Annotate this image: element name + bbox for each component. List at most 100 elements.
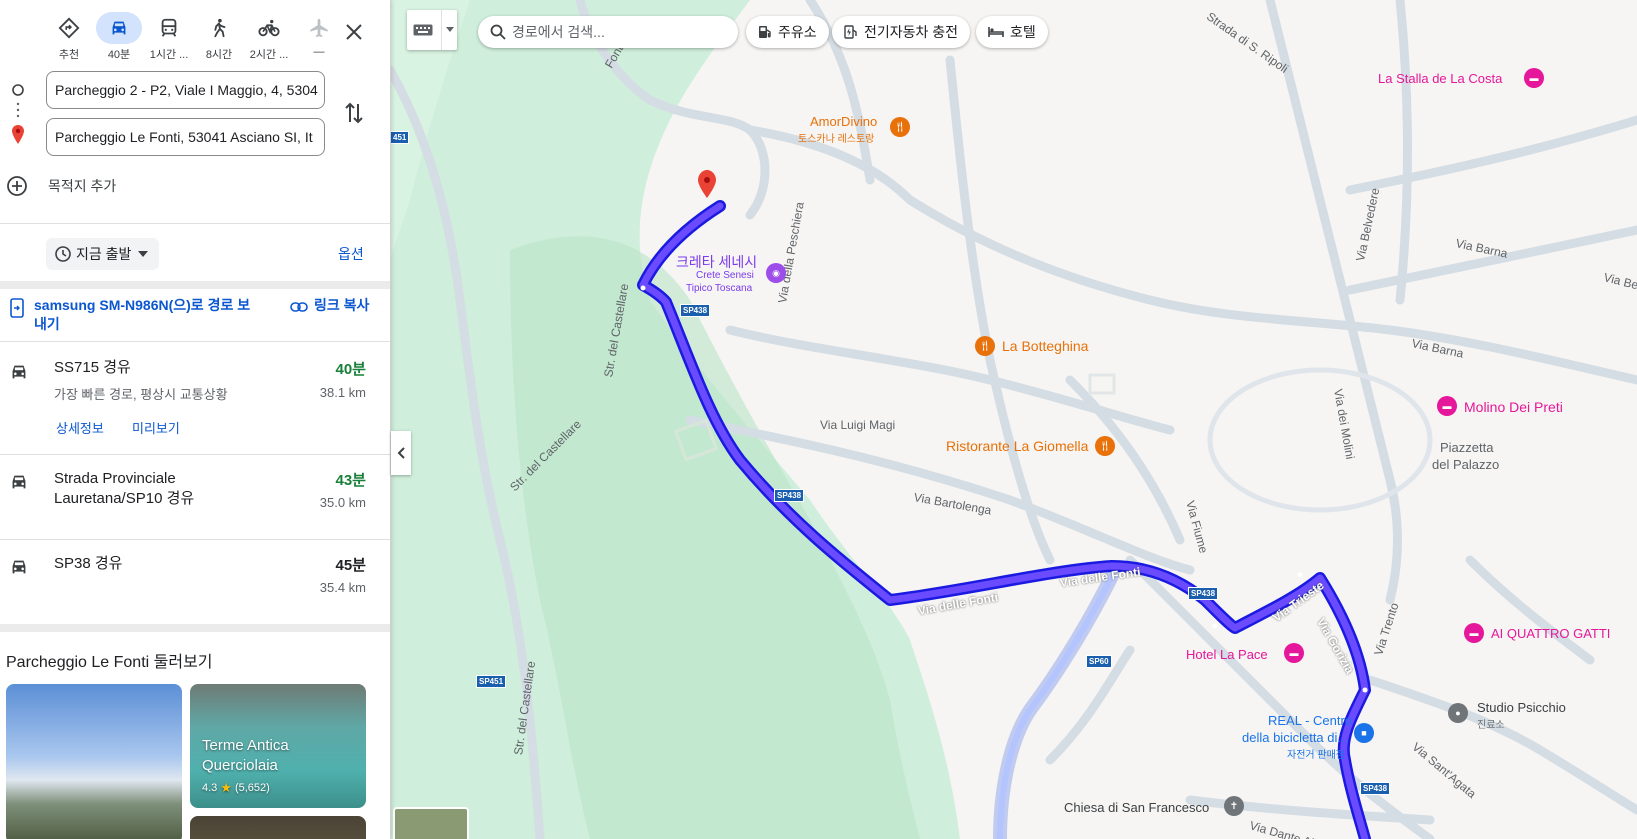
route-name: Strada Provinciale Lauretana/SP10 경유 (54, 470, 195, 507)
mode-driving[interactable]: 40분 (94, 12, 144, 62)
mode-walking[interactable]: 8시간 (194, 12, 244, 62)
road-shield: SP438 (1188, 587, 1219, 600)
restaurant-pin-icon[interactable]: 🍴︎ (975, 336, 995, 356)
chevron-left-icon (397, 447, 405, 459)
poi-sublabel: 진료소 (1477, 720, 1505, 731)
close-icon (346, 24, 362, 40)
road-shield: SP60 (1086, 655, 1112, 668)
route-option[interactable]: SP38 경유 45분 35.4 km (0, 540, 390, 624)
poi-label[interactable]: La Botteghina (1002, 338, 1088, 354)
mode-recommended[interactable]: 추천 (44, 12, 94, 62)
copy-link-button[interactable]: 링크 복사 (290, 296, 374, 315)
options-link[interactable]: 옵션 (338, 244, 364, 264)
copy-link-label: 링크 복사 (314, 297, 370, 313)
route-distance: 38.1 km (319, 385, 366, 400)
poi-label[interactable]: AmorDivino (810, 114, 877, 129)
add-circle-icon (7, 176, 27, 196)
poi-label[interactable]: Hotel La Pace (1186, 647, 1268, 662)
mode-label: — (313, 46, 325, 58)
walk-icon (196, 12, 242, 44)
poi-label[interactable]: 크레타 세네시 (676, 252, 757, 272)
route-preview-link[interactable]: 미리보기 (132, 418, 180, 437)
poi-label[interactable]: Molino Dei Preti (1464, 399, 1563, 415)
swap-icon (345, 102, 363, 124)
hotel-pin-icon[interactable]: ▬ (1524, 68, 1544, 88)
poi-label[interactable]: REAL - Centro (1268, 713, 1352, 728)
route-time: 40분 (335, 361, 367, 378)
explore-card-photo[interactable] (6, 684, 182, 839)
street-label: Via Luigi Magi (820, 418, 896, 432)
mode-flight[interactable]: — (294, 12, 344, 62)
collapse-panel-button[interactable] (391, 431, 411, 475)
destination-pin-icon (12, 125, 24, 144)
road-shield: SP438 (774, 489, 805, 502)
caret-down-icon (446, 27, 454, 32)
poi-sublabel: Tipico Toscana (686, 283, 753, 294)
divider (0, 223, 390, 224)
chip-hotels[interactable]: 호텔 (976, 16, 1048, 48)
chip-gas-station[interactable]: 주유소 (746, 16, 829, 48)
origin-circle-icon (12, 84, 24, 96)
depart-label: 지금 출발 (76, 246, 132, 262)
restaurant-pin-icon[interactable]: 🍴︎ (1095, 436, 1115, 456)
route-option[interactable]: Strada Provinciale Lauretana/SP10 경유 43분… (0, 455, 390, 539)
destination-input[interactable]: Parcheggio Le Fonti, 53041 Asciano SI, I… (46, 118, 325, 156)
road-shield: SP438 (1360, 782, 1391, 795)
link-icon (290, 302, 308, 312)
route-description: 가장 빠른 경로, 평상시 교통상황 (54, 387, 228, 402)
route-details-link[interactable]: 상세정보 (56, 418, 104, 437)
chip-label: 호텔 (1010, 24, 1036, 40)
mode-label: 1시간 ... (149, 49, 189, 61)
add-destination-label: 목적지 추가 (48, 178, 117, 194)
mode-label: 추천 (58, 49, 80, 61)
poi-label[interactable]: La Stalla de La Costa (1378, 71, 1502, 86)
directions-icon (46, 12, 92, 44)
bed-icon (988, 27, 1004, 37)
caret-down-icon (138, 251, 149, 257)
swap-button[interactable] (343, 100, 367, 128)
poi-label[interactable]: Ristorante La Giomella (946, 438, 1088, 454)
poi-label[interactable]: Studio Psicchio (1477, 700, 1566, 715)
route-search-input[interactable]: 경로에서 검색... (478, 16, 738, 48)
poi-label[interactable]: Chiesa di San Francesco (1064, 800, 1209, 815)
camera-pin-icon[interactable]: ◉ (766, 263, 786, 283)
add-destination-button[interactable]: 목적지 추가 (6, 175, 116, 197)
poi-label[interactable]: della bicicletta di... (1242, 730, 1348, 745)
route-distance: 35.0 km (319, 495, 366, 510)
route-name: SP38 경유 (54, 555, 123, 572)
mode-label: 40분 (107, 49, 131, 61)
depart-time-dropdown[interactable]: 지금 출발 (46, 238, 160, 270)
hotel-pin-icon[interactable]: ▬ (1464, 623, 1484, 643)
star-icon: ★ (220, 780, 232, 795)
input-tools-button[interactable] (407, 10, 457, 50)
route-name: SS715 경유 (54, 359, 131, 376)
car-icon (12, 475, 26, 489)
shop-pin-icon[interactable]: ■ (1354, 723, 1374, 743)
chip-ev-charging[interactable]: 전기자동차 충전 (832, 16, 971, 48)
poi-sublabel: 토스카나 레스토랑 (798, 134, 875, 145)
chip-label: 주유소 (778, 24, 817, 40)
poi-label: Piazzetta (1440, 440, 1494, 455)
close-directions-button[interactable] (338, 16, 370, 48)
restaurant-pin-icon[interactable]: 🍴︎ (890, 117, 910, 137)
origin-input[interactable]: Parcheggio 2 - P2, Viale I Maggio, 4, 53… (46, 71, 325, 109)
car-icon (12, 560, 26, 574)
explore-card-terme[interactable]: Terme Antica Querciolaia 4.3 ★ (5,652) (190, 684, 366, 808)
card-rating: 4.3 (202, 782, 218, 794)
mode-transit[interactable]: 1시간 ... (144, 12, 194, 62)
poi-label[interactable]: AI QUATTRO GATTI (1491, 626, 1610, 641)
church-pin-icon[interactable]: ✝ (1224, 796, 1244, 816)
map-canvas[interactable]: Strada di S. Ripoli Fonti Via della Pesc… (390, 0, 1637, 839)
chip-label: 전기자동차 충전 (864, 24, 959, 40)
hotel-pin-icon[interactable]: ▬ (1437, 396, 1457, 416)
hotel-pin-icon[interactable]: ▬ (1284, 643, 1304, 663)
mode-label: 8시간 (205, 49, 233, 61)
explore-card-photo[interactable] (190, 816, 366, 839)
medical-pin-icon[interactable]: ● (1448, 703, 1468, 723)
send-to-device-link[interactable]: samsung SM-N986N(으)로 경로 보내기 (10, 296, 254, 334)
car-icon (96, 12, 142, 44)
route-option[interactable]: SS715 경유 40분 가장 빠른 경로, 평상시 교통상황 38.1 km … (0, 342, 390, 454)
waypoint-icons (10, 82, 26, 157)
mode-cycling[interactable]: 2시간 ... (244, 12, 294, 62)
send-to-device-label: samsung SM-N986N(으)로 경로 보내기 (34, 297, 251, 332)
